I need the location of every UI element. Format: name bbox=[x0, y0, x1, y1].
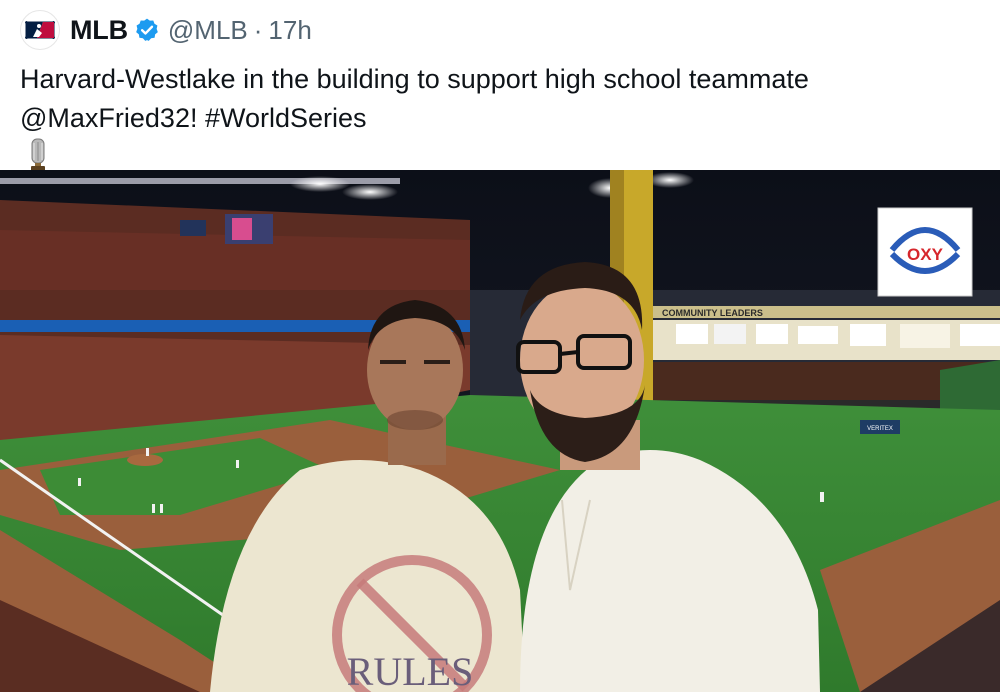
tweet-header: MLB @MLB · 17h bbox=[20, 10, 312, 50]
oxy-sign-text: OXY bbox=[907, 245, 944, 264]
community-leaders-text: COMMUNITY LEADERS bbox=[662, 308, 763, 318]
author-name[interactable]: MLB bbox=[70, 15, 128, 46]
veritex-text: VERITEX bbox=[867, 426, 893, 432]
verified-badge-icon bbox=[134, 17, 160, 43]
tweet-text-line-2-content: @MaxFried32! #WorldSeries bbox=[20, 103, 367, 133]
separator-dot: · bbox=[253, 14, 263, 45]
pitchers-mound bbox=[127, 454, 163, 466]
tweet-text: Harvard-Westlake in the building to supp… bbox=[20, 60, 980, 183]
shirt-text: RULES bbox=[347, 649, 474, 692]
tweet-photo[interactable]: COMMUNITY LEADERS OXY RULES VERITEX bbox=[0, 170, 1000, 692]
tweet-timestamp[interactable]: 17h bbox=[268, 15, 311, 46]
mlb-logo-icon[interactable] bbox=[20, 10, 60, 50]
author-handle[interactable]: @MLB bbox=[168, 15, 248, 46]
tweet-text-line-1: Harvard-Westlake in the building to supp… bbox=[20, 64, 809, 94]
oxy-sign: OXY bbox=[877, 207, 973, 297]
